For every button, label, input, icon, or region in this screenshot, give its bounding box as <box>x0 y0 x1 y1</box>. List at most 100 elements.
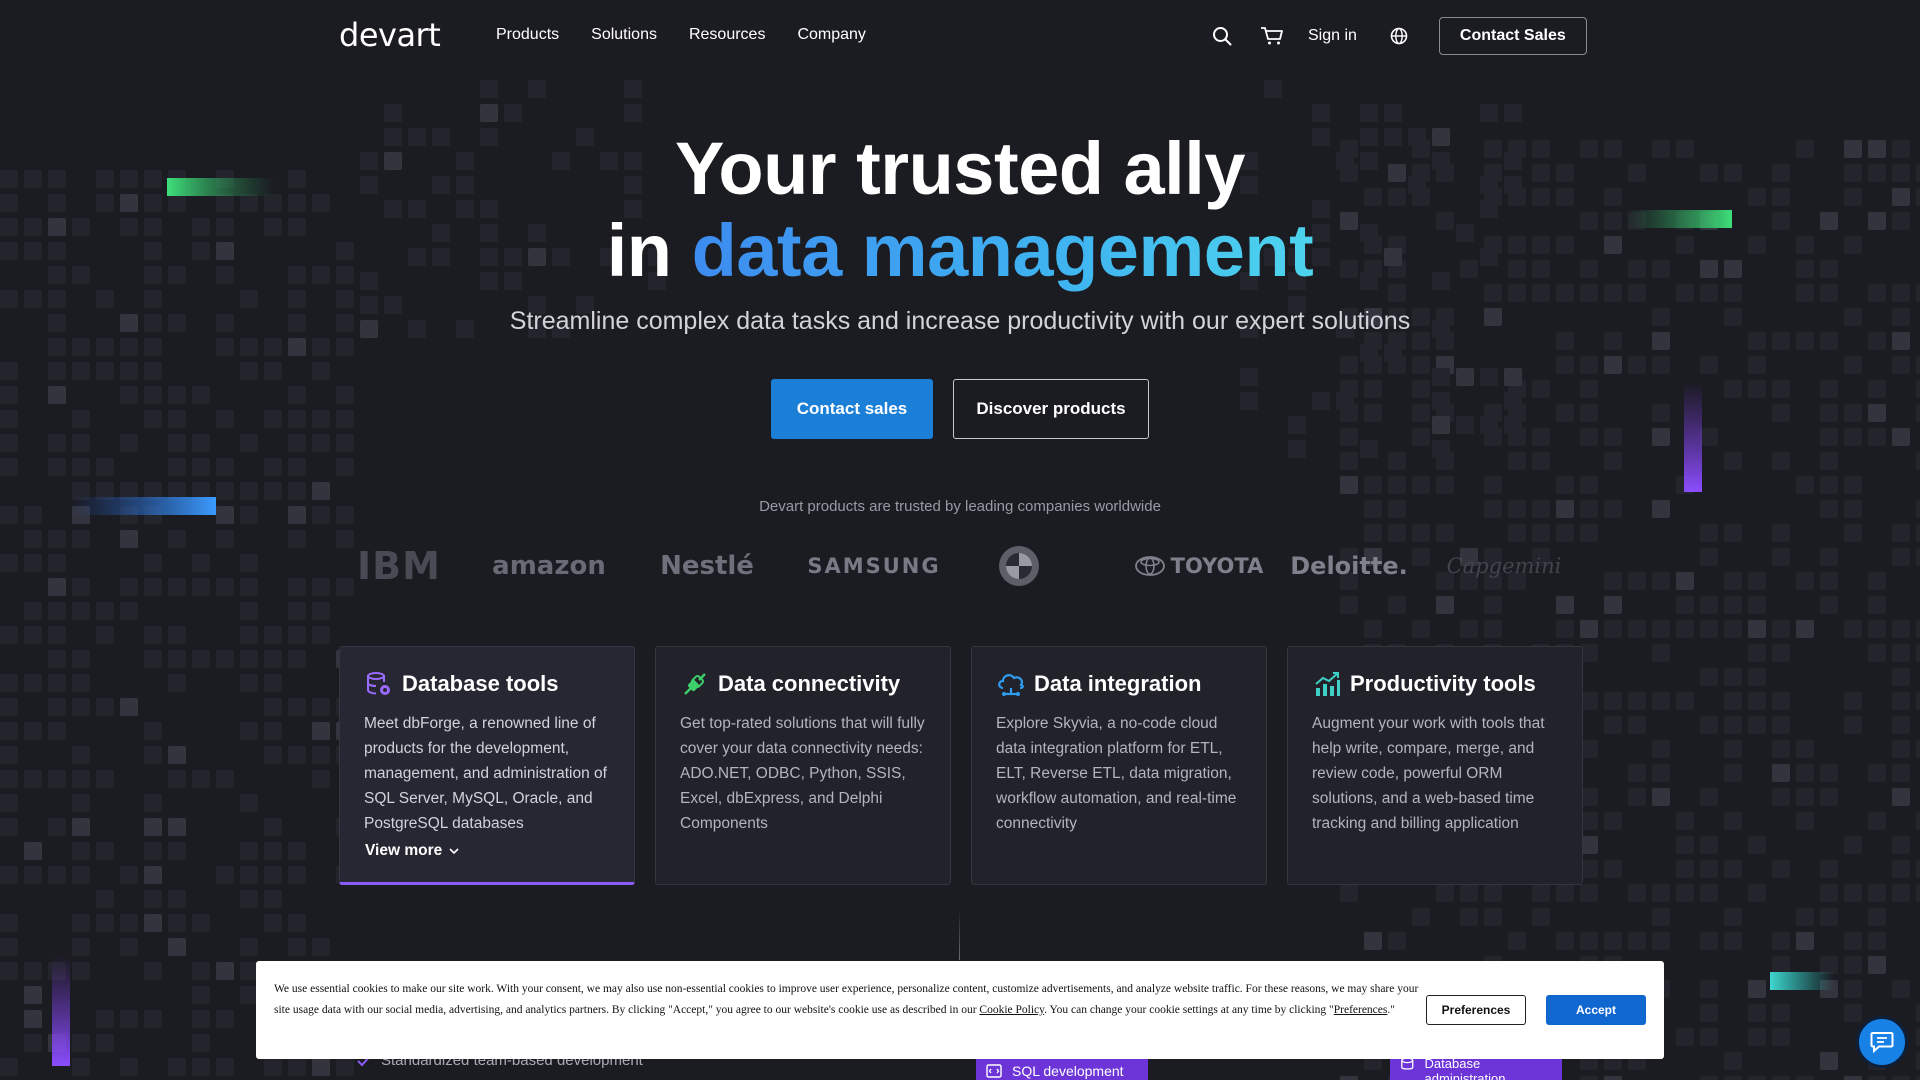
grid-square <box>1772 404 1790 422</box>
sql-development-chip[interactable]: SQL development <box>976 1056 1148 1080</box>
grid-square <box>1916 692 1920 710</box>
grid-square <box>1484 476 1502 494</box>
grid-square <box>336 386 354 404</box>
grid-square <box>48 698 66 716</box>
grid-square <box>1796 740 1814 758</box>
teal-light-streak <box>1770 972 1834 990</box>
grid-square <box>288 746 306 764</box>
grid-square <box>168 650 186 668</box>
nav-item-solutions[interactable]: Solutions <box>591 26 657 44</box>
grid-square <box>1412 380 1430 398</box>
grid-square <box>288 578 306 596</box>
grid-square <box>72 338 90 356</box>
grid-square <box>1772 644 1790 662</box>
grid-square <box>1700 860 1718 878</box>
grid-square <box>264 1058 282 1076</box>
grid-square <box>0 770 18 788</box>
grid-square <box>1700 788 1718 806</box>
grid-square <box>1772 740 1790 758</box>
grid-square <box>1676 812 1694 830</box>
nav-actions: Sign in Contact Sales <box>1208 17 1587 55</box>
grid-square <box>1652 764 1670 782</box>
grid-square <box>1772 788 1790 806</box>
grid-square <box>1340 596 1358 614</box>
nav-item-products[interactable]: Products <box>496 26 559 44</box>
contact-sales-button[interactable]: Contact sales <box>771 379 933 439</box>
grid-square <box>1604 452 1622 470</box>
grid-square <box>1700 884 1718 902</box>
grid-square <box>168 578 186 596</box>
grid-square <box>24 290 42 308</box>
grid-square <box>48 722 66 740</box>
cookie-policy-link[interactable]: Cookie Policy <box>979 1004 1044 1016</box>
grid-square <box>1628 620 1646 638</box>
hero-title: Your trusted ally in data management <box>0 128 1920 292</box>
card-data-connectivity[interactable]: Data connectivity Get top-rated solution… <box>655 646 951 885</box>
grid-square <box>288 938 306 956</box>
grid-square <box>1580 428 1598 446</box>
grid-square <box>528 80 546 98</box>
grid-square <box>72 866 90 884</box>
grid-square <box>1604 596 1622 614</box>
grid-square <box>192 554 210 572</box>
grid-square <box>120 602 138 620</box>
grid-square <box>1484 428 1502 446</box>
grid-square <box>1432 368 1450 386</box>
grid-square <box>1916 524 1920 542</box>
grid-square <box>1772 1004 1790 1022</box>
search-icon[interactable] <box>1208 22 1236 50</box>
grid-square <box>240 290 258 308</box>
card-data-integration[interactable]: Data integration Explore Skyvia, a no-co… <box>971 646 1267 885</box>
card-description: Get top-rated solutions that will fully … <box>680 715 925 832</box>
grid-square <box>120 1010 138 1028</box>
grid-square <box>1868 596 1886 614</box>
grid-square <box>1456 416 1474 434</box>
grid-square <box>0 362 18 380</box>
view-more-link[interactable]: View more <box>365 842 460 860</box>
grid-square <box>144 962 162 980</box>
grid-square <box>264 746 282 764</box>
grid-square <box>1652 404 1670 422</box>
contact-sales-nav-button[interactable]: Contact Sales <box>1438 17 1587 55</box>
grid-square <box>72 1058 90 1076</box>
grid-square <box>0 962 18 980</box>
devart-logo[interactable]: devart <box>339 16 441 54</box>
chat-widget-button[interactable] <box>1856 1016 1908 1068</box>
grid-square <box>1868 908 1886 926</box>
grid-square <box>1504 104 1522 122</box>
grid-square <box>1312 104 1330 122</box>
cookie-preferences-link[interactable]: Preferences <box>1334 1004 1388 1016</box>
grid-square <box>1724 812 1742 830</box>
card-productivity-tools[interactable]: Productivity tools Augment your work wit… <box>1287 646 1583 885</box>
card-title: Data connectivity <box>718 671 901 696</box>
card-description: Augment your work with tools that help w… <box>1312 715 1545 832</box>
grid-square <box>1412 476 1430 494</box>
grid-square <box>192 770 210 788</box>
grid-square <box>72 1034 90 1052</box>
logo-samsung: SAMSUNG <box>807 554 941 578</box>
cart-icon[interactable] <box>1258 22 1286 50</box>
grid-square <box>1556 932 1574 950</box>
grid-square <box>192 986 210 1004</box>
nav-item-company[interactable]: Company <box>797 26 865 44</box>
card-database-tools[interactable]: Database tools Meet dbForge, a renowned … <box>339 646 635 885</box>
grid-square <box>1460 908 1478 926</box>
grid-square <box>312 626 330 644</box>
grid-square <box>1652 620 1670 638</box>
discover-products-button[interactable]: Discover products <box>953 379 1149 439</box>
grid-square <box>1676 884 1694 902</box>
grid-square <box>1868 884 1886 902</box>
globe-icon[interactable] <box>1385 22 1413 50</box>
cookie-preferences-button[interactable]: Preferences <box>1426 995 1526 1025</box>
grid-square <box>1892 740 1910 758</box>
grid-square <box>120 866 138 884</box>
grid-square <box>144 1010 162 1028</box>
grid-square <box>288 386 306 404</box>
grid-square <box>1700 668 1718 686</box>
cookie-accept-button[interactable]: Accept <box>1546 995 1646 1025</box>
sign-in-link[interactable]: Sign in <box>1308 27 1357 45</box>
grid-square <box>312 746 330 764</box>
grid-square <box>1360 440 1378 458</box>
nav-item-resources[interactable]: Resources <box>689 26 765 44</box>
grid-square <box>1748 884 1766 902</box>
